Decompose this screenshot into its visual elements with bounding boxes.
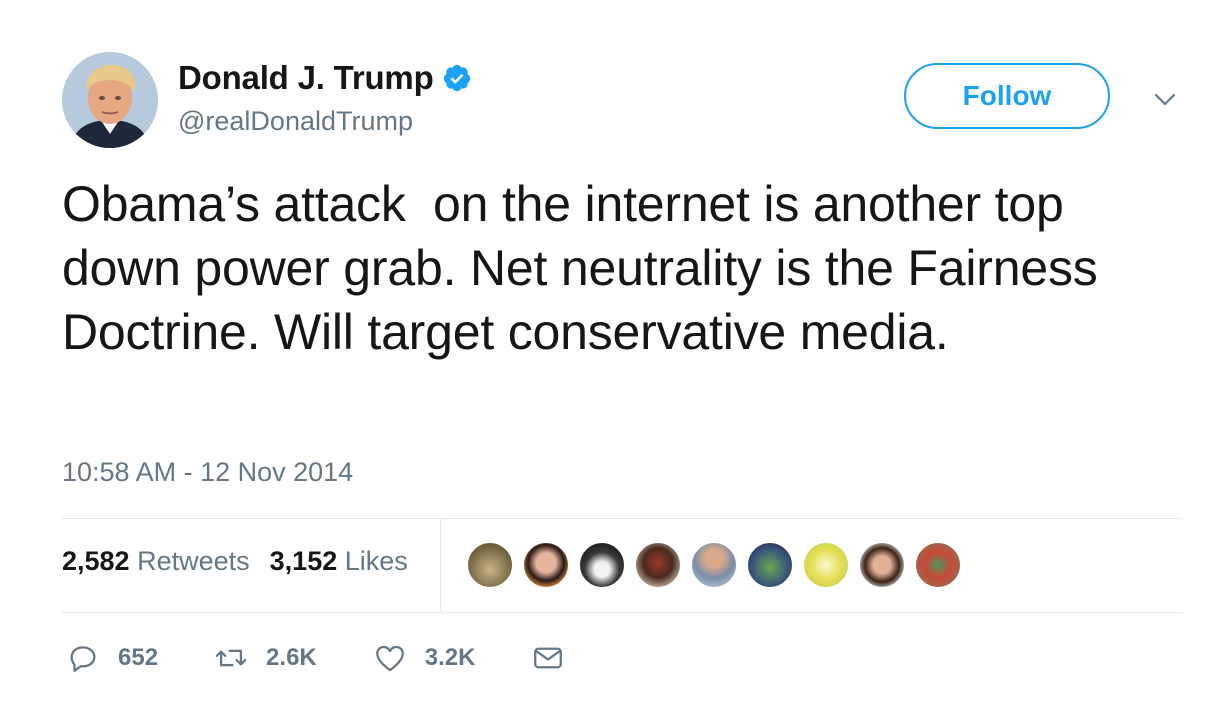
divider: [62, 612, 1182, 613]
follow-button[interactable]: Follow: [904, 63, 1110, 129]
liker-avatar[interactable]: [914, 541, 962, 589]
chevron-down-icon[interactable]: [1152, 86, 1178, 112]
liker-avatar[interactable]: [858, 541, 906, 589]
tweet-timestamp[interactable]: 10:58 AM - 12 Nov 2014: [62, 457, 353, 488]
tweet-actions: 652 2.6K 3.2K: [66, 638, 621, 678]
liker-avatar[interactable]: [746, 541, 794, 589]
message-button[interactable]: [531, 641, 565, 675]
author-display-name[interactable]: Donald J. Trump: [178, 59, 434, 97]
author-handle[interactable]: @realDonaldTrump: [178, 106, 413, 137]
liker-avatar[interactable]: [634, 541, 682, 589]
avatar[interactable]: [62, 52, 158, 148]
liker-avatar[interactable]: [802, 541, 850, 589]
like-count: 3.2K: [424, 644, 476, 671]
retweet-icon: [215, 649, 247, 667]
likes-count: 3,152: [269, 546, 338, 576]
retweets-label: Retweets: [137, 546, 250, 576]
reply-button[interactable]: 652: [66, 641, 158, 675]
liker-avatar[interactable]: [690, 541, 738, 589]
retweet-count: 2.6K: [266, 644, 317, 671]
tweet-text: Obama’s attack on the internet is anothe…: [62, 176, 1112, 360]
stats-divider: [440, 519, 441, 612]
envelope-icon: [534, 647, 563, 669]
tweet-stats: 2,582 Retweets 3,152 Likes: [62, 546, 408, 577]
retweets-stat[interactable]: 2,582 Retweets: [62, 546, 250, 577]
likes-stat[interactable]: 3,152 Likes: [270, 546, 408, 577]
like-button[interactable]: 3.2K: [373, 641, 476, 675]
reply-count: 652: [118, 644, 159, 671]
liker-avatar[interactable]: [578, 541, 626, 589]
reply-icon: [70, 646, 96, 672]
author-name-row: Donald J. Trump: [178, 58, 472, 98]
tweet-card: Donald J. Trump @realDonaldTrump Follow …: [0, 0, 1210, 708]
divider: [62, 518, 1182, 519]
retweet-button[interactable]: 2.6K: [214, 641, 317, 675]
liker-avatars: [466, 541, 970, 589]
liker-avatar[interactable]: [522, 541, 570, 589]
heart-icon: [375, 645, 404, 672]
liker-avatar[interactable]: [466, 541, 514, 589]
retweets-count: 2,582: [62, 546, 130, 576]
likes-label: Likes: [344, 546, 408, 576]
verified-badge-icon: [442, 63, 472, 93]
